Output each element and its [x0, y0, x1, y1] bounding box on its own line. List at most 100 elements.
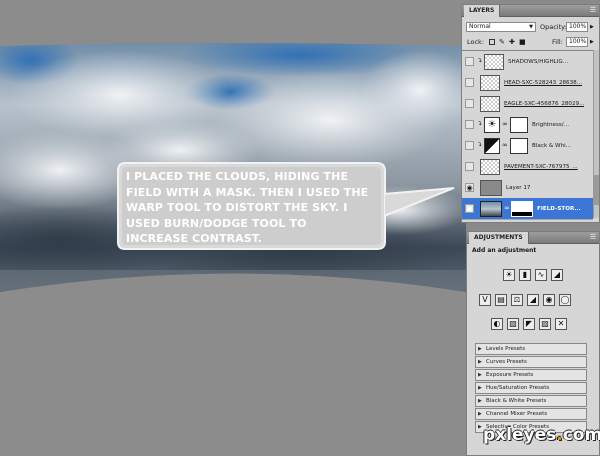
layer-thumbnail: [480, 96, 500, 112]
fill-input[interactable]: 100%: [566, 37, 588, 47]
layer-name: FIELD-STOR...: [537, 206, 581, 212]
lock-transparent-icon[interactable]: [489, 39, 495, 45]
link-icon: ∞: [502, 120, 508, 128]
preset-item[interactable]: Exposure Presets: [475, 369, 587, 381]
tab-layers[interactable]: LAYERS: [464, 5, 501, 17]
hue-saturation-icon[interactable]: ▤: [495, 294, 507, 306]
adjustment-icons-row-1: ☀ ▮ ∿ ◢: [467, 269, 599, 285]
layer-row[interactable]: EAGLE-SXC-456876_28029...: [462, 93, 593, 115]
levels-icon[interactable]: ▮: [519, 269, 531, 281]
layers-panel-header: LAYERS ☰: [462, 5, 599, 17]
preset-item[interactable]: Levels Presets: [475, 343, 587, 355]
link-icon: ∞: [504, 204, 510, 212]
presets-list: Levels Presets Curves Presets Exposure P…: [467, 343, 599, 438]
layer-row[interactable]: PAVEMENT-SXC-767975_...: [462, 156, 593, 178]
site-watermark: pxleyes.com: [483, 425, 600, 445]
exposure-icon[interactable]: ◢: [551, 269, 563, 281]
eye-icon[interactable]: ◉: [465, 183, 474, 192]
brightness-contrast-icon[interactable]: ☀: [503, 269, 515, 281]
lock-all-icon[interactable]: ■: [519, 35, 526, 49]
adjustments-subtitle: Add an adjustment: [472, 247, 537, 254]
sky-image: [0, 43, 466, 292]
layer-mask-thumbnail: [510, 117, 528, 133]
layer-name: Layer 17: [506, 185, 531, 191]
layer-name: HEAD-SXC-528243_28638...: [504, 80, 583, 86]
lock-label: Lock:: [467, 38, 485, 46]
fill-label: Fill:: [552, 38, 563, 46]
gradient-map-icon[interactable]: ▨: [539, 318, 551, 330]
callout-line: FIELD WITH A MASK. THEN I USED THE: [126, 185, 369, 199]
visibility-toggle[interactable]: [465, 120, 474, 129]
visibility-toggle[interactable]: [465, 99, 474, 108]
chevron-right-icon[interactable]: ▶: [590, 20, 594, 34]
callout-line: USED BURN/DODGE TOOL TO: [126, 216, 307, 230]
layer-name: PAVEMENT-SXC-767975_...: [504, 164, 578, 170]
eye-icon[interactable]: ◉: [465, 204, 474, 213]
visibility-toggle[interactable]: [465, 78, 474, 87]
adjustment-icons-row-2: V ▤ ⚖ ◢ ◉ ◯: [467, 294, 599, 310]
layers-panel: LAYERS ☰ Normal ▼ Opacity: 100% ▶ Lock: …: [461, 4, 600, 223]
vibrance-icon[interactable]: V: [479, 294, 491, 306]
clip-arrow-icon: ↴: [477, 120, 483, 127]
brightness-adjust-icon: ☀: [484, 117, 500, 133]
threshold-icon[interactable]: ◤: [523, 318, 535, 330]
lock-row: Lock: ✎ ✚ ■ Fill: 100% ▶: [462, 35, 599, 49]
posterize-icon[interactable]: ▧: [507, 318, 519, 330]
visibility-toggle[interactable]: [465, 141, 474, 150]
lock-brush-icon[interactable]: ✎: [499, 35, 505, 49]
black-white-icon[interactable]: ◢: [527, 294, 539, 306]
chevron-down-icon: ▼: [529, 24, 533, 30]
layer-row[interactable]: ↴ ☀ ∞ Brightness/...: [462, 114, 593, 136]
layer-mask-thumbnail: [511, 201, 533, 217]
opacity-label: Opacity:: [540, 23, 567, 31]
callout-line: I PLACED THE CLOUDS, HIDING THE: [126, 170, 349, 183]
visibility-toggle[interactable]: [465, 162, 474, 171]
link-icon: ∞: [502, 141, 508, 149]
preset-item[interactable]: Channel Mixer Presets: [475, 408, 587, 420]
chevron-right-icon[interactable]: ▶: [590, 35, 594, 49]
curves-icon[interactable]: ∿: [535, 269, 547, 281]
panel-menu-icon[interactable]: ☰: [589, 234, 597, 241]
layer-row[interactable]: ◉ Layer 17: [462, 177, 593, 199]
callout-line: INCREASE CONTRAST.: [126, 232, 262, 245]
layer-name: EAGLE-SXC-456876_28029...: [504, 101, 585, 107]
watermark-text: pxleyes: [483, 425, 557, 445]
callout-line: WARP TOOL TO DISTORT THE SKY. I: [126, 201, 348, 214]
layer-row-selected[interactable]: ◉ ∞ FIELD-STOR...: [462, 198, 593, 220]
layer-row[interactable]: ↴ SHADOWS/HIGHLIG...: [462, 51, 593, 73]
black-white-adjust-icon: [484, 138, 500, 154]
layer-thumbnail: [480, 180, 502, 196]
layer-thumbnail: [480, 201, 502, 217]
opacity-input[interactable]: 100%: [566, 22, 588, 32]
color-balance-icon[interactable]: ⚖: [511, 294, 523, 306]
channel-mixer-icon[interactable]: ◯: [559, 294, 571, 306]
layer-thumbnail: [480, 75, 500, 91]
selective-color-icon[interactable]: ✕: [555, 318, 567, 330]
photo-filter-icon[interactable]: ◉: [543, 294, 555, 306]
visibility-toggle[interactable]: [465, 57, 474, 66]
scrollbar-thumb[interactable]: [594, 175, 599, 205]
lock-move-icon[interactable]: ✚: [509, 35, 515, 49]
blend-row: Normal ▼ Opacity: 100% ▶: [462, 20, 599, 34]
layer-name: SHADOWS/HIGHLIG...: [508, 59, 569, 65]
layer-thumbnail: [480, 159, 500, 175]
invert-icon[interactable]: ◐: [491, 318, 503, 330]
layer-name: Brightness/...: [532, 122, 570, 128]
preset-item[interactable]: Black & White Presets: [475, 395, 587, 407]
preset-item[interactable]: Curves Presets: [475, 356, 587, 368]
document-canvas[interactable]: I PLACED THE CLOUDS, HIDING THE FIELD WI…: [0, 0, 466, 456]
clip-arrow-icon: ↴: [477, 141, 483, 148]
layer-mask-thumbnail: [510, 138, 528, 154]
layer-row[interactable]: HEAD-SXC-528243_28638...: [462, 72, 593, 94]
preset-item[interactable]: Hue/Saturation Presets: [475, 382, 587, 394]
panel-menu-icon[interactable]: ☰: [589, 7, 597, 14]
layer-row[interactable]: ↴ ∞ Black & Whi...: [462, 135, 593, 157]
adjustments-panel-header: ADJUSTMENTS ☰: [467, 232, 599, 244]
watermark-text: com: [562, 425, 600, 445]
tab-adjustments[interactable]: ADJUSTMENTS: [469, 232, 529, 244]
layer-name: Black & Whi...: [532, 143, 572, 149]
layers-scrollbar[interactable]: [593, 50, 599, 218]
adjustments-panel: ADJUSTMENTS ☰ Add an adjustment ☀ ▮ ∿ ◢ …: [466, 231, 600, 456]
clip-arrow-icon: ↴: [477, 57, 483, 64]
blend-mode-select[interactable]: Normal ▼: [466, 22, 536, 32]
